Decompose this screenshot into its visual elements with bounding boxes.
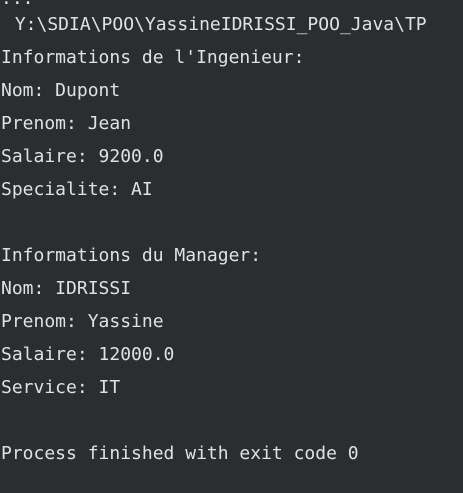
manager-info-heading: Informations du Manager: [1,245,262,266]
process-exit-message: Process finished with exit code 0 [1,443,359,464]
run-path-line: Y:\SDIA\POO\YassineIDRISSI_POO_Java\TP [4,14,427,35]
manager-service: Service: IT [1,377,121,398]
truncated-command-line: ... [1,0,34,10]
engineer-specialty: Specialite: AI [1,179,153,200]
engineer-first-name: Prenom: Jean [1,113,132,134]
engineer-last-name: Nom: Dupont [1,80,121,101]
manager-last-name: Nom: IDRISSI [1,278,132,299]
manager-salary: Salaire: 12000.0 [1,344,175,365]
manager-first-name: Prenom: Yassine [1,311,164,332]
engineer-info-heading: Informations de l'Ingenieur: [1,47,305,68]
run-console-output[interactable]: ... Y:\SDIA\POO\YassineIDRISSI_POO_Java\… [0,0,463,493]
engineer-salary: Salaire: 9200.0 [1,146,164,167]
